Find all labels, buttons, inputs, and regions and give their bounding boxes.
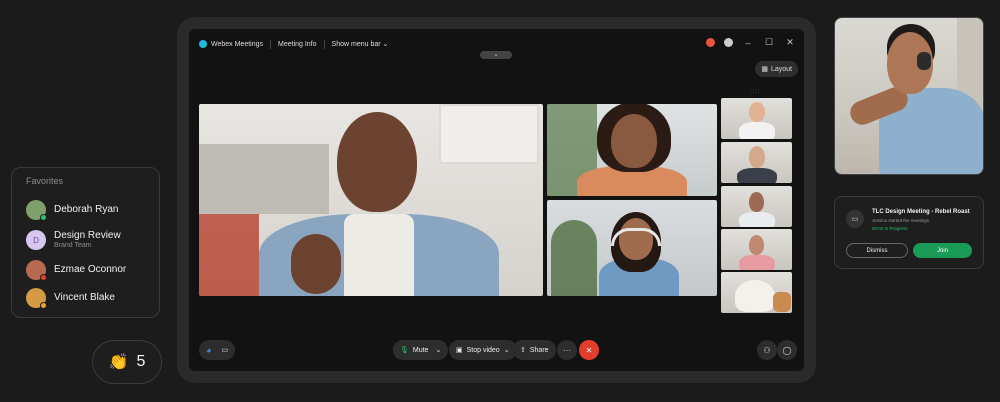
person-head (749, 146, 765, 168)
clapping-hands-icon: 👏 (108, 354, 129, 371)
resize-handle[interactable]: :::: (750, 89, 761, 95)
layout-button[interactable]: ▦ Layout (755, 61, 798, 77)
person-torso (739, 255, 775, 270)
minimize-button[interactable]: – (742, 38, 754, 48)
recording-icon[interactable] (706, 38, 715, 47)
participant-video[interactable] (547, 200, 717, 296)
chat-button[interactable]: ◯ (777, 340, 797, 360)
status-dot (40, 302, 47, 309)
person-head (749, 192, 764, 212)
wall-frame (439, 104, 539, 164)
mute-button[interactable]: 🎙 Mute ⌄ (393, 340, 449, 360)
end-call-button[interactable]: ✕ (579, 340, 599, 360)
app-name: Webex Meetings (211, 40, 264, 48)
control-bar: ◕ ▭ 🎙 Mute ⌄ ▣ Stop video ⌄ ⇪ Share ··· … (189, 337, 804, 363)
cushion (773, 292, 791, 312)
divider (270, 39, 272, 49)
grid-icon: ▦ (761, 66, 768, 73)
shelf (199, 144, 329, 214)
maximize-button[interactable]: ☐ (763, 37, 775, 48)
divider (323, 39, 325, 49)
close-button[interactable]: ✕ (784, 37, 796, 48)
favorite-contact-vincent-blake[interactable]: Vincent Blake (26, 284, 145, 312)
webex-logo-icon (199, 40, 207, 48)
favorites-title: Favorites (26, 176, 64, 186)
participant-thumbnail[interactable] (721, 229, 792, 270)
tablet-frame: Webex Meetings Meeting Info Show menu ba… (177, 17, 816, 383)
more-options-button[interactable]: ··· (557, 340, 577, 360)
chevron-down-icon[interactable]: ⌄ (435, 346, 441, 354)
participant-video[interactable] (547, 104, 717, 196)
contact-name: Vincent Blake (54, 292, 115, 304)
camera-icon: ▣ (456, 347, 463, 354)
captions-icon: ▭ (221, 347, 229, 354)
person-head (749, 102, 765, 122)
thumbs-up-hand (291, 234, 341, 294)
person-icon: ⚇ (763, 345, 771, 355)
share-button[interactable]: ⇪ Share (513, 340, 556, 360)
microphone-icon: 🎙 (400, 347, 409, 354)
space-name: Design Review (54, 230, 121, 242)
chair (199, 214, 259, 296)
compass-icon[interactable] (724, 38, 733, 47)
meeting-room-icon: ▭ (846, 210, 864, 228)
chat-bubble-icon: ◯ (782, 345, 792, 355)
reaction-counter[interactable]: 👏 5 (92, 340, 162, 384)
person-shirt (344, 214, 414, 296)
notification-title: TLC Design Meeting - Rebel Roast (872, 209, 970, 215)
contact-name: Deborah Ryan (54, 204, 119, 216)
participant-thumbnail[interactable] (721, 98, 792, 139)
webex-assistant-icon: ◕ (206, 345, 212, 355)
favorite-contact-deborah-ryan[interactable]: Deborah Ryan (26, 196, 145, 224)
person-head (749, 235, 764, 255)
stop-video-button[interactable]: ▣ Stop video ⌄ (449, 340, 517, 360)
favorites-panel: Favorites Deborah Ryan D Design Review B… (11, 167, 160, 318)
notification-status: 00:02 In Progress (872, 226, 908, 231)
favorite-contact-ezmae-oconnor[interactable]: Ezmae Oconnor (26, 256, 145, 284)
plant (551, 220, 597, 296)
person-head (337, 112, 417, 212)
notification-subtitle: Jessica started the meetings (872, 218, 930, 223)
avatar-initial: D (33, 235, 39, 245)
participant-thumbnail[interactable] (721, 186, 792, 227)
chevron-down-icon[interactable]: ⌄ (504, 346, 510, 354)
dog (735, 280, 775, 312)
avatar (26, 260, 47, 281)
active-speaker-video[interactable] (199, 104, 543, 296)
participant-thumbnail[interactable] (721, 272, 792, 313)
meeting-info-link[interactable]: Meeting Info (278, 41, 317, 48)
meeting-window: Webex Meetings Meeting Info Show menu ba… (189, 29, 804, 371)
headphones-icon (917, 52, 931, 70)
person-head (611, 114, 657, 168)
reaction-count: 5 (136, 353, 146, 370)
contact-name: Ezmae Oconnor (54, 264, 127, 276)
space-subtitle: Brand Team (54, 241, 92, 249)
avatar (26, 200, 47, 221)
share-icon: ⇪ (520, 347, 526, 354)
headphones-icon (611, 228, 661, 246)
dismiss-button[interactable]: Dismiss (846, 243, 908, 258)
audio-video-settings[interactable]: ◕ ▭ (199, 340, 236, 360)
join-button[interactable]: Join (913, 243, 972, 258)
favorite-space-design-review[interactable]: D Design Review Brand Team (26, 224, 145, 256)
status-dot (40, 274, 47, 281)
show-menu-bar-button[interactable]: Show menu bar ⌄ (332, 40, 389, 48)
meeting-notification-card: ▭ TLC Design Meeting - Rebel Roast Jessi… (834, 196, 984, 269)
person-torso (737, 168, 777, 183)
person-torso (739, 212, 775, 227)
collapse-chevron-button[interactable]: ⌄ (480, 51, 512, 59)
participant-thumbnail[interactable] (721, 142, 792, 183)
avatar: D (26, 230, 46, 250)
self-view-video[interactable] (834, 17, 984, 175)
status-dot (40, 214, 47, 221)
avatar (26, 288, 47, 309)
chevron-down-icon: ⌄ (382, 41, 389, 48)
person-torso (739, 122, 775, 139)
participants-button[interactable]: ⚇ (757, 340, 777, 360)
window-controls: – ☐ ✕ (706, 37, 796, 48)
